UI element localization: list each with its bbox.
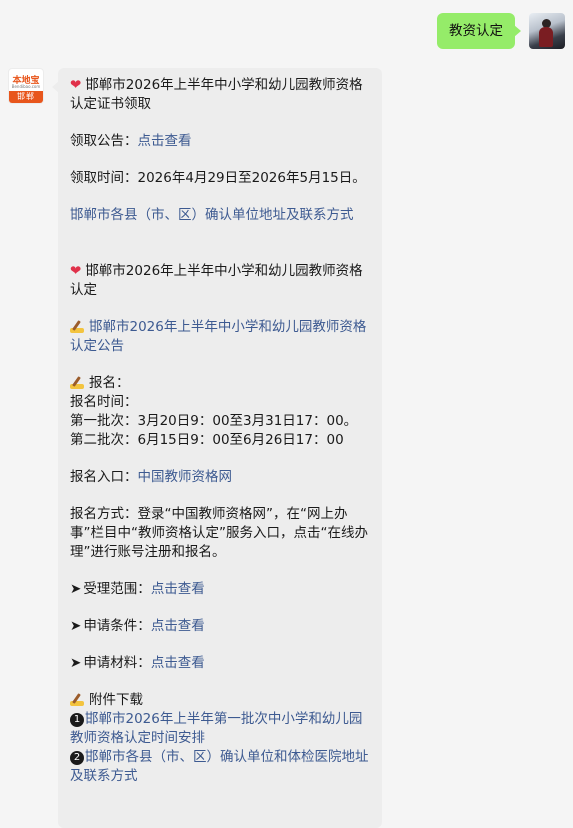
- signup-entry-label: 报名入口：: [70, 469, 138, 485]
- scope-line: ➤ 受理范围：点击查看: [70, 580, 370, 599]
- user-message-text: 教资认定: [449, 23, 503, 39]
- scope-label: 受理范围：: [83, 581, 151, 597]
- signup-heading: 报名：: [70, 374, 370, 393]
- signup-heading-text: 报名：: [89, 375, 130, 391]
- bot-city-label: 邯郸: [9, 91, 43, 103]
- attachments-heading-text: 附件下载: [89, 692, 143, 708]
- materials-line: ➤ 申请材料：点击查看: [70, 654, 370, 673]
- conditions-link[interactable]: 点击查看: [151, 618, 205, 634]
- number-two-icon: 2: [70, 751, 84, 765]
- signup-entry-link[interactable]: 中国教师资格网: [138, 469, 233, 485]
- recog-title: ❤ 邯郸市2026年上半年中小学和幼儿园教师资格认定: [70, 262, 370, 300]
- attachment-1: 1 邯郸市2026年上半年第一批次中小学和幼儿园教师资格认定时间安排: [70, 710, 370, 748]
- heart-icon: ❤: [70, 263, 82, 279]
- cert-notice-line: 领取公告：点击查看: [70, 132, 370, 151]
- cert-address-link[interactable]: 邯郸市各县（市、区）确认单位地址及联系方式: [70, 206, 370, 225]
- cert-notice-link[interactable]: 点击查看: [138, 133, 192, 149]
- writing-hand-icon: [70, 693, 85, 706]
- signup-batch-1: 第一批次：3月20日9：00至3月31日17：00。: [70, 413, 358, 429]
- recog-title-text: 邯郸市2026年上半年中小学和幼儿园教师资格认定: [70, 263, 363, 298]
- number-one-icon: 1: [70, 713, 84, 727]
- user-message-bubble[interactable]: 教资认定: [437, 13, 521, 49]
- bot-avatar[interactable]: 本地宝 Bendibao.com 邯郸: [8, 68, 44, 104]
- materials-label: 申请材料：: [83, 655, 151, 671]
- writing-hand-icon: [70, 376, 85, 389]
- signup-batch-2: 第二批次：6月15日9：00至6月26日17：00: [70, 432, 344, 448]
- writing-hand-icon: [70, 320, 85, 333]
- user-message-row: 教资认定: [437, 13, 565, 49]
- recog-announcement: 邯郸市2026年上半年中小学和幼儿园教师资格认定公告: [70, 318, 370, 356]
- heart-icon: ❤: [70, 77, 82, 93]
- bot-brand-site: Bendibao.com: [11, 84, 41, 89]
- arrow-icon: ➤: [70, 618, 82, 634]
- conditions-label: 申请条件：: [83, 618, 151, 634]
- user-avatar[interactable]: [529, 13, 565, 49]
- cert-notice-label: 领取公告：: [70, 133, 138, 149]
- attachments-heading: 附件下载: [70, 691, 370, 710]
- arrow-icon: ➤: [70, 655, 82, 671]
- cert-title: ❤ 邯郸市2026年上半年中小学和幼儿园教师资格认定证书领取: [70, 76, 370, 114]
- avatar-figure-body: [539, 27, 553, 47]
- attachment-2-link[interactable]: 邯郸市各县（市、区）确认单位和体检医院地址及联系方式: [70, 749, 369, 784]
- cert-time: 领取时间：2026年4月29日至2026年5月15日。: [70, 170, 366, 186]
- conditions-line: ➤ 申请条件：点击查看: [70, 617, 370, 636]
- signup-method: 报名方式：登录“中国教师资格网”，在“网上办事”栏目中“教师资格认定”服务入口，…: [70, 506, 368, 560]
- arrow-icon: ➤: [70, 581, 82, 597]
- signup-time-label: 报名时间：: [70, 394, 138, 410]
- scope-link[interactable]: 点击查看: [151, 581, 205, 597]
- attachment-1-link[interactable]: 邯郸市2026年上半年第一批次中小学和幼儿园教师资格认定时间安排: [70, 711, 362, 746]
- materials-link[interactable]: 点击查看: [151, 655, 205, 671]
- attachment-2: 2 邯郸市各县（市、区）确认单位和体检医院地址及联系方式: [70, 748, 370, 786]
- recog-announcement-link[interactable]: 邯郸市2026年上半年中小学和幼儿园教师资格认定公告: [70, 319, 366, 354]
- signup-entry-line: 报名入口：中国教师资格网: [70, 468, 370, 487]
- bot-message-bubble: ❤ 邯郸市2026年上半年中小学和幼儿园教师资格认定证书领取 领取公告：点击查看 …: [52, 68, 382, 828]
- cert-title-text: 邯郸市2026年上半年中小学和幼儿园教师资格认定证书领取: [70, 77, 363, 112]
